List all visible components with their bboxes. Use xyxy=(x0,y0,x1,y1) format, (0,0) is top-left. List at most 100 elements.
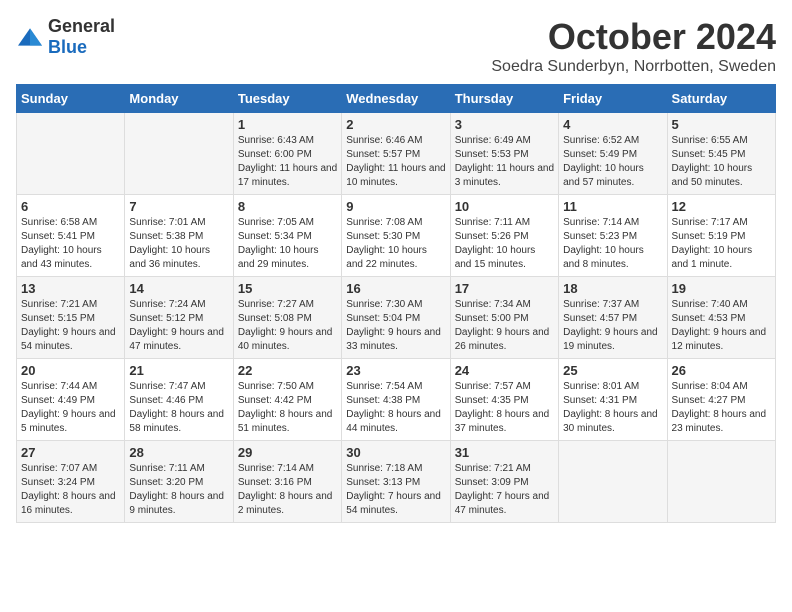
day-number: 2 xyxy=(346,117,445,132)
calendar-cell: 10Sunrise: 7:11 AM Sunset: 5:26 PM Dayli… xyxy=(450,195,558,277)
day-number: 8 xyxy=(238,199,337,214)
calendar-cell: 27 Sunrise: 7:07 AM Sunset: 3:24 PM Dayli… xyxy=(17,441,125,523)
day-number: 14 xyxy=(129,281,228,296)
day-info: Sunrise: 7:40 AM Sunset: 4:53 PM Dayligh… xyxy=(672,298,771,354)
day-info: Sunrise: 7:21 AM Sunset: 5:15 PM Dayligh… xyxy=(21,298,120,354)
day-number: 12 xyxy=(672,199,771,214)
calendar-cell: 15 Sunrise: 7:27 AM Sunset: 5:08 PM Dayli… xyxy=(233,277,341,359)
day-number: 4 xyxy=(563,117,662,132)
day-number: 22 xyxy=(238,363,337,378)
day-number: 19 xyxy=(672,281,771,296)
day-number: 28 xyxy=(129,445,228,460)
day-info: Sunrise: 7:17 AM Sunset: 5:19 PM Dayligh… xyxy=(672,216,771,272)
day-number: 30 xyxy=(346,445,445,460)
day-number: 25 xyxy=(563,363,662,378)
day-info: Sunrise: 7:54 AM Sunset: 4:38 PM Dayligh… xyxy=(346,380,445,436)
calendar-cell: 16 Sunrise: 7:30 AM Sunset: 5:04 PM Dayli… xyxy=(342,277,450,359)
day-number: 11 xyxy=(563,199,662,214)
calendar-cell: 13 Sunrise: 7:21 AM Sunset: 5:15 PM Dayli… xyxy=(17,277,125,359)
logo-blue: Blue xyxy=(48,37,87,57)
day-number: 7 xyxy=(129,199,228,214)
calendar-cell: 28 Sunrise: 7:11 AM Sunset: 3:20 PM Dayli… xyxy=(125,441,233,523)
calendar-cell: 30 Sunrise: 7:18 AM Sunset: 3:13 PM Dayli… xyxy=(342,441,450,523)
week-row-2: 6 Sunrise: 6:58 AM Sunset: 5:41 PM Daylig… xyxy=(17,195,776,277)
weekday-header-saturday: Saturday xyxy=(667,85,775,113)
calendar-cell: 24Sunrise: 7:57 AM Sunset: 4:35 PM Dayli… xyxy=(450,359,558,441)
day-number: 27 xyxy=(21,445,120,460)
weekday-header-monday: Monday xyxy=(125,85,233,113)
day-info: Sunrise: 7:30 AM Sunset: 5:04 PM Dayligh… xyxy=(346,298,445,354)
calendar-cell: 14 Sunrise: 7:24 AM Sunset: 5:12 PM Dayli… xyxy=(125,277,233,359)
calendar-cell: 18Sunrise: 7:37 AM Sunset: 4:57 PM Dayli… xyxy=(559,277,667,359)
day-info: Sunrise: 7:44 AM Sunset: 4:49 PM Dayligh… xyxy=(21,380,120,436)
weekday-header-tuesday: Tuesday xyxy=(233,85,341,113)
calendar-cell: 5Sunrise: 6:55 AM Sunset: 5:45 PM Daylig… xyxy=(667,113,775,195)
day-number: 26 xyxy=(672,363,771,378)
calendar-cell: 20 Sunrise: 7:44 AM Sunset: 4:49 PM Dayli… xyxy=(17,359,125,441)
day-info: Sunrise: 6:58 AM Sunset: 5:41 PM Dayligh… xyxy=(21,216,120,272)
day-number: 10 xyxy=(455,199,554,214)
calendar-cell: 7Sunrise: 7:01 AM Sunset: 5:38 PM Daylig… xyxy=(125,195,233,277)
day-number: 16 xyxy=(346,281,445,296)
week-row-1: 1Sunrise: 6:43 AM Sunset: 6:00 PM Daylig… xyxy=(17,113,776,195)
logo-general: General xyxy=(48,16,115,36)
day-info: Sunrise: 6:46 AM Sunset: 5:57 PM Dayligh… xyxy=(346,134,445,190)
calendar-cell: 17Sunrise: 7:34 AM Sunset: 5:00 PM Dayli… xyxy=(450,277,558,359)
day-number: 20 xyxy=(21,363,120,378)
day-info: Sunrise: 6:43 AM Sunset: 6:00 PM Dayligh… xyxy=(238,134,337,190)
calendar-cell: 19 Sunrise: 7:40 AM Sunset: 4:53 PM Dayli… xyxy=(667,277,775,359)
day-number: 3 xyxy=(455,117,554,132)
weekday-header-row: SundayMondayTuesdayWednesdayThursdayFrid… xyxy=(17,85,776,113)
calendar-cell: 25Sunrise: 8:01 AM Sunset: 4:31 PM Dayli… xyxy=(559,359,667,441)
header-area: General Blue October 2024 Soedra Sunderb… xyxy=(16,16,776,76)
day-info: Sunrise: 7:11 AM Sunset: 3:20 PM Dayligh… xyxy=(129,462,228,518)
week-row-3: 13 Sunrise: 7:21 AM Sunset: 5:15 PM Dayli… xyxy=(17,277,776,359)
day-info: Sunrise: 7:14 AM Sunset: 5:23 PM Dayligh… xyxy=(563,216,662,272)
day-number: 13 xyxy=(21,281,120,296)
calendar-cell: 2 Sunrise: 6:46 AM Sunset: 5:57 PM Daylig… xyxy=(342,113,450,195)
calendar-cell: 23 Sunrise: 7:54 AM Sunset: 4:38 PM Dayli… xyxy=(342,359,450,441)
calendar-cell: 22Sunrise: 7:50 AM Sunset: 4:42 PM Dayli… xyxy=(233,359,341,441)
day-info: Sunrise: 7:05 AM Sunset: 5:34 PM Dayligh… xyxy=(238,216,337,272)
calendar-cell: 4 Sunrise: 6:52 AM Sunset: 5:49 PM Daylig… xyxy=(559,113,667,195)
day-number: 15 xyxy=(238,281,337,296)
day-info: Sunrise: 7:24 AM Sunset: 5:12 PM Dayligh… xyxy=(129,298,228,354)
day-info: Sunrise: 7:14 AM Sunset: 3:16 PM Dayligh… xyxy=(238,462,337,518)
calendar-cell: 6 Sunrise: 6:58 AM Sunset: 5:41 PM Daylig… xyxy=(17,195,125,277)
calendar-cell: 9Sunrise: 7:08 AM Sunset: 5:30 PM Daylig… xyxy=(342,195,450,277)
day-info: Sunrise: 6:49 AM Sunset: 5:53 PM Dayligh… xyxy=(455,134,554,190)
calendar-cell: 12 Sunrise: 7:17 AM Sunset: 5:19 PM Dayli… xyxy=(667,195,775,277)
weekday-header-thursday: Thursday xyxy=(450,85,558,113)
calendar-table: SundayMondayTuesdayWednesdayThursdayFrid… xyxy=(16,84,776,523)
calendar-cell xyxy=(559,441,667,523)
location-title: Soedra Sunderbyn, Norrbotten, Sweden xyxy=(491,58,776,76)
day-info: Sunrise: 7:07 AM Sunset: 3:24 PM Dayligh… xyxy=(21,462,120,518)
day-number: 21 xyxy=(129,363,228,378)
calendar-cell: 21 Sunrise: 7:47 AM Sunset: 4:46 PM Dayli… xyxy=(125,359,233,441)
day-number: 24 xyxy=(455,363,554,378)
day-number: 9 xyxy=(346,199,445,214)
day-info: Sunrise: 7:37 AM Sunset: 4:57 PM Dayligh… xyxy=(563,298,662,354)
weekday-header-friday: Friday xyxy=(559,85,667,113)
day-info: Sunrise: 7:34 AM Sunset: 5:00 PM Dayligh… xyxy=(455,298,554,354)
calendar-cell: 8 Sunrise: 7:05 AM Sunset: 5:34 PM Daylig… xyxy=(233,195,341,277)
day-info: Sunrise: 7:18 AM Sunset: 3:13 PM Dayligh… xyxy=(346,462,445,518)
day-info: Sunrise: 6:52 AM Sunset: 5:49 PM Dayligh… xyxy=(563,134,662,190)
day-info: Sunrise: 7:27 AM Sunset: 5:08 PM Dayligh… xyxy=(238,298,337,354)
calendar-cell xyxy=(17,113,125,195)
calendar-cell: 29Sunrise: 7:14 AM Sunset: 3:16 PM Dayli… xyxy=(233,441,341,523)
logo: General Blue xyxy=(16,16,115,58)
calendar-cell xyxy=(125,113,233,195)
day-number: 31 xyxy=(455,445,554,460)
day-info: Sunrise: 7:21 AM Sunset: 3:09 PM Dayligh… xyxy=(455,462,554,518)
weekday-header-sunday: Sunday xyxy=(17,85,125,113)
day-number: 23 xyxy=(346,363,445,378)
calendar-cell: 31 Sunrise: 7:21 AM Sunset: 3:09 PM Dayli… xyxy=(450,441,558,523)
month-title: October 2024 xyxy=(491,16,776,58)
calendar-cell: 1Sunrise: 6:43 AM Sunset: 6:00 PM Daylig… xyxy=(233,113,341,195)
title-area: October 2024 Soedra Sunderbyn, Norrbotte… xyxy=(491,16,776,76)
day-info: Sunrise: 7:47 AM Sunset: 4:46 PM Dayligh… xyxy=(129,380,228,436)
logo-text: General Blue xyxy=(48,16,115,58)
week-row-4: 20 Sunrise: 7:44 AM Sunset: 4:49 PM Dayli… xyxy=(17,359,776,441)
day-number: 6 xyxy=(21,199,120,214)
